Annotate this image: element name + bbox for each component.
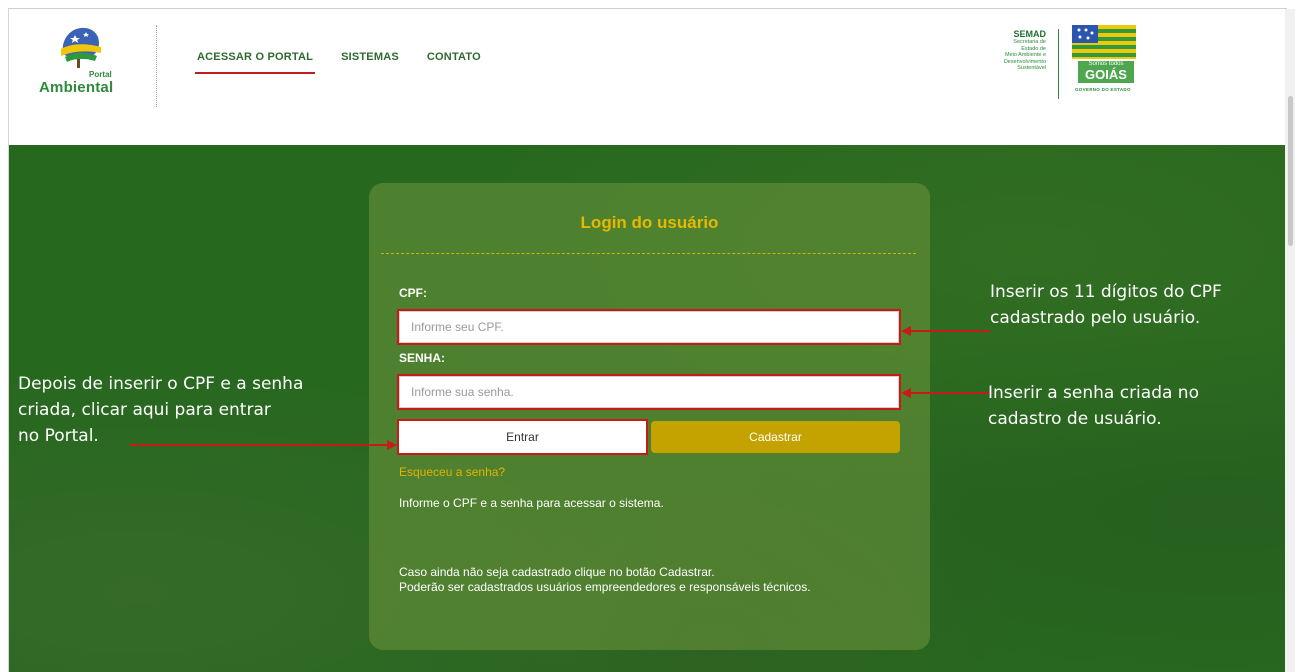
gov-divider xyxy=(1058,29,1059,99)
title-divider xyxy=(381,253,916,254)
goias-box: Somos todos GOIÁS xyxy=(1078,61,1134,83)
nav-sistemas[interactable]: SISTEMAS xyxy=(341,51,399,63)
goias-big: GOIÁS xyxy=(1085,67,1127,82)
forgot-password-link[interactable]: Esqueceu a senha? xyxy=(399,465,505,479)
nav-acessar-portal[interactable]: ACESSAR O PORTAL xyxy=(194,51,316,74)
cpf-label: CPF: xyxy=(399,286,427,300)
logo-big-text: Ambiental xyxy=(39,79,114,96)
header-divider xyxy=(156,25,157,107)
annotation-line: Inserir a senha criada no xyxy=(988,383,1199,403)
window-border-top xyxy=(8,8,1287,9)
main-nav: ACESSAR O PORTAL SISTEMAS CONTATO xyxy=(194,51,481,74)
login-title: Login do usuário xyxy=(580,213,719,232)
annotation-line: Depois de inserir o CPF e a senha xyxy=(18,374,304,394)
senha-input[interactable] xyxy=(399,376,899,408)
info-line: Poderão ser cadastrados usuários empreen… xyxy=(399,580,811,594)
annotation-line: no Portal. xyxy=(18,426,99,446)
site-header: Portal Ambiental ACESSAR O PORTAL SISTEM… xyxy=(9,9,1281,145)
cpf-input[interactable] xyxy=(399,311,899,343)
semad-line: Sustentável xyxy=(1017,65,1046,71)
info-text-register: Caso ainda não seja cadastrado clique no… xyxy=(399,565,900,595)
bird-logo-icon xyxy=(61,27,101,68)
page-frame: Portal Ambiental ACESSAR O PORTAL SISTEM… xyxy=(0,0,1295,672)
goias-flag-icon xyxy=(1072,25,1136,59)
cadastrar-button[interactable]: Cadastrar xyxy=(651,421,900,453)
goias-caption: GOVERNO DO ESTADO xyxy=(1075,87,1131,92)
senha-label: SENHA: xyxy=(399,351,446,365)
annotation-senha: Inserir a senha criada no cadastro de us… xyxy=(988,380,1199,432)
scrollbar-thumb[interactable] xyxy=(1288,96,1293,246)
annotation-line: Inserir os 11 dígitos do CPF xyxy=(990,282,1222,302)
logo-small-text: Portal xyxy=(89,70,112,79)
login-card: Login do usuário CPF: SENHA: Entrar Cada… xyxy=(369,183,930,650)
nav-contato[interactable]: CONTATO xyxy=(427,51,481,63)
entrar-button[interactable]: Entrar xyxy=(399,421,646,453)
semad-logo: SEMAD Secretaria de Estado de Meio Ambie… xyxy=(984,29,1046,72)
annotation-cpf: Inserir os 11 dígitos do CPF cadastrado … xyxy=(990,279,1222,331)
annotation-line: cadastro de usuário. xyxy=(988,409,1162,429)
annotation-entrar: Depois de inserir o CPF e a senha criada… xyxy=(18,371,303,449)
semad-title: SEMAD xyxy=(1013,29,1046,39)
annotation-line: cadastrado pelo usuário. xyxy=(990,308,1201,328)
portal-ambiental-logo[interactable]: Portal Ambiental xyxy=(39,23,121,96)
annotation-line: criada, clicar aqui para entrar xyxy=(18,400,271,420)
info-line: Caso ainda não seja cadastrado clique no… xyxy=(399,565,715,579)
goias-logo: Somos todos GOIÁS GOVERNO DO ESTADO xyxy=(1072,25,1140,95)
info-text: Informe o CPF e a senha para acessar o s… xyxy=(399,496,664,510)
